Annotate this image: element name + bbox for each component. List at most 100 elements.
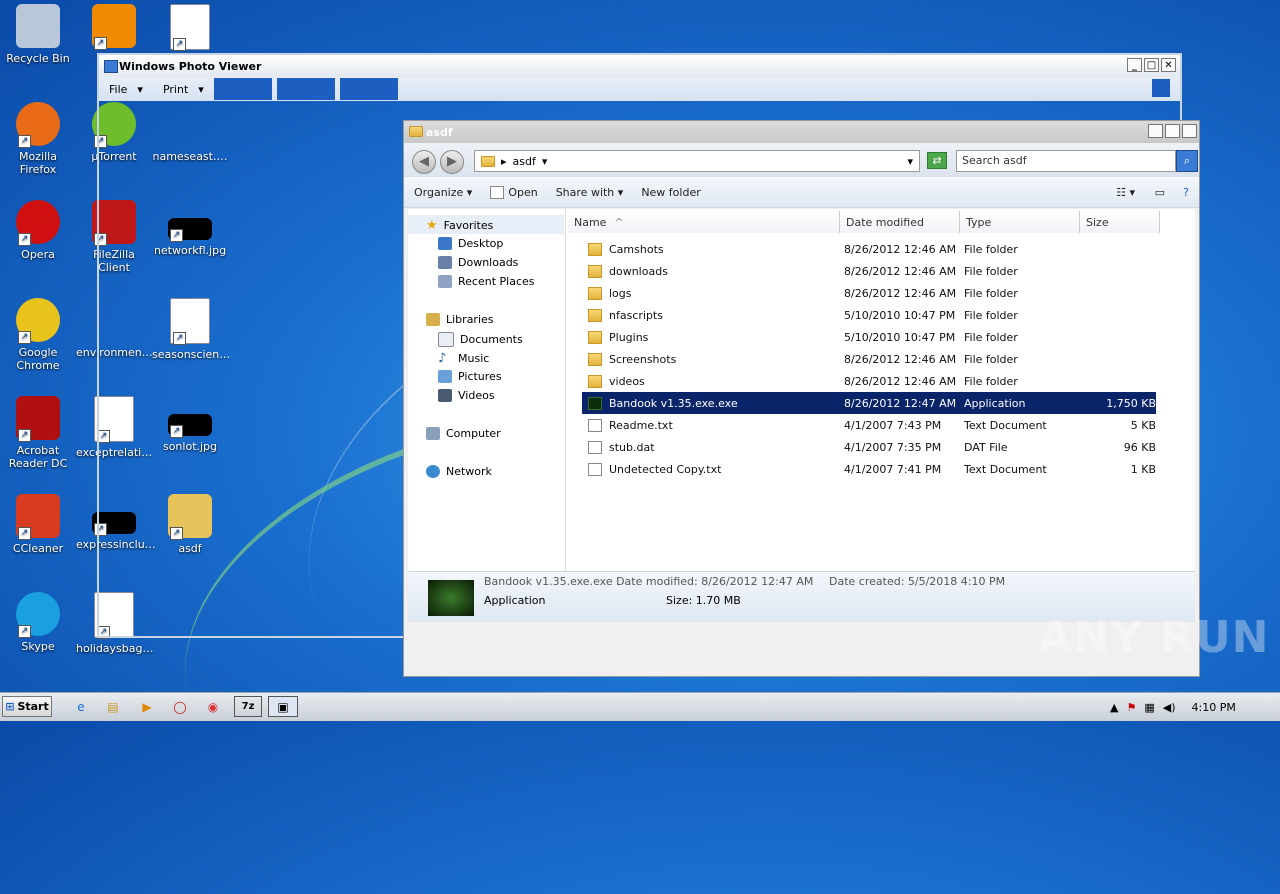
toolbar-button-3[interactable] [339,78,398,100]
desktop-icon-10[interactable]: ↗ Google Chrome [0,298,76,372]
internet-explorer-icon[interactable]: e [68,696,94,717]
close-button[interactable]: ✕ [1161,58,1176,72]
breadcrumb-chevron-icon[interactable]: ▾ [542,155,548,168]
explorer-taskbar-icon[interactable]: ▤ [100,696,126,717]
minimize-button[interactable]: _ [1127,58,1142,72]
file-date-modified: 8/26/2012 12:46 AM [844,286,957,300]
file-row[interactable]: Screenshots 8/26/2012 12:46 AM File folder [582,348,1156,370]
nav-pictures[interactable]: Pictures [438,370,502,383]
close-button[interactable]: ✕ [1182,124,1197,138]
opera-taskbar-icon[interactable]: ◯ [167,696,193,717]
open-icon [490,185,505,199]
file-row[interactable]: logs 8/26/2012 12:46 AM File folder [582,282,1156,304]
desktop-icon-13[interactable]: ↗ Acrobat Reader DC [0,396,76,470]
opera-icon: ↗ [16,200,60,246]
nav-downloads[interactable]: Downloads [438,256,518,269]
nav-videos[interactable]: Videos [438,389,495,402]
explorer-titlebar[interactable]: asdf _ □ ✕ [404,121,1199,143]
help-button[interactable] [1152,79,1170,97]
address-bar[interactable]: ▸ asdf ▾ ▾ [474,150,920,172]
desktop-icon [438,237,452,250]
refresh-button[interactable]: ⇄ [927,152,947,169]
action-center-icon[interactable]: ⚑ [1126,701,1136,714]
nav-desktop[interactable]: Desktop [438,237,503,250]
toolbar-button-2[interactable] [276,78,335,100]
organize-button[interactable]: Organize ▾ [414,186,472,199]
desktop-icon-3[interactable]: ↗ [152,4,228,54]
volume-icon[interactable]: ◀) [1163,701,1176,714]
file-menu[interactable]: File ▾ [99,83,153,96]
show-hidden-icons-icon[interactable]: ▲ [1110,701,1118,714]
desktop-icon-7[interactable]: ↗ Opera [0,200,76,261]
7zip-taskbar-icon[interactable]: 7z [234,696,262,717]
column-header-type[interactable]: Type [960,211,1080,233]
windows-logo-icon: ⊞ [5,700,15,713]
desktop-icon-1[interactable]: Recycle Bin [0,4,76,65]
column-header-size[interactable]: Size [1080,211,1160,233]
column-header-date-modified[interactable]: Date modified [840,211,960,233]
clock[interactable]: 4:10 PM [1192,701,1236,714]
address-history-dropdown[interactable]: ▾ [907,155,913,168]
nav-music[interactable]: ♪ Music [438,351,489,366]
nav-computer[interactable]: Computer [426,427,501,440]
desktop-icon-19[interactable]: ↗ Skype [0,592,76,653]
network-tray-icon[interactable]: ▦ [1144,701,1154,714]
nav-recent-places[interactable]: Recent Places [438,275,535,288]
help-icon[interactable]: ? [1183,186,1189,199]
breadcrumb[interactable]: asdf [513,155,536,168]
file-size: 1 KB [1130,462,1156,476]
share-with-button[interactable]: Share with ▾ [556,186,624,199]
file-name: videos [609,374,645,388]
explorer-window[interactable]: asdf _ □ ✕ ◀ ▶ ▸ asdf ▾ ▾ ⇄ Search asdf … [403,120,1200,677]
acrobat-icon: ↗ [16,396,60,442]
file-row[interactable]: Plugins 5/10/2010 10:47 PM File folder [582,326,1156,348]
skype-icon: ↗ [16,592,60,638]
start-button[interactable]: ⊞ Start [2,696,52,717]
forward-button[interactable]: ▶ [440,150,464,174]
nav-libraries[interactable]: Libraries [426,313,494,326]
file-menu-label: File [109,82,128,96]
file-type: File folder [964,242,1018,256]
file-date-modified: 8/26/2012 12:46 AM [844,242,957,256]
file-row[interactable]: Undetected Copy.txt 4/1/2007 7:41 PM Text … [582,458,1156,480]
file-type: File folder [964,352,1018,366]
file-row[interactable]: downloads 8/26/2012 12:46 AM File folder [582,260,1156,282]
nav-network[interactable]: Network [426,465,492,478]
search-input[interactable]: Search asdf [956,150,1176,172]
desktop-icon-16[interactable]: ↗ CCleaner [0,494,76,555]
photo-viewer-titlebar[interactable]: Windows Photo Viewer _ □ ✕ [99,55,1180,77]
file-row[interactable]: nfascripts 5/10/2010 10:47 PM File folder [582,304,1156,326]
file-type: File folder [964,264,1018,278]
minimize-button[interactable]: _ [1148,124,1163,138]
toolbar-button-1[interactable] [213,78,272,100]
view-options-icon[interactable]: ☷ ▾ [1116,186,1135,199]
application-thumbnail [428,580,474,616]
sort-ascending-icon: ^ [614,215,624,229]
file-row[interactable]: Camshots 8/26/2012 12:46 AM File folder [582,238,1156,260]
maximize-button[interactable]: □ [1165,124,1180,138]
chrome-taskbar-icon[interactable]: ◉ [200,696,226,717]
file-row[interactable]: videos 8/26/2012 12:46 AM File folder [582,370,1156,392]
nav-documents[interactable]: Documents [438,332,523,347]
search-icon[interactable]: ⌕ [1176,150,1198,172]
new-folder-button[interactable]: New folder [641,186,700,199]
file-row[interactable]: Readme.txt 4/1/2007 7:43 PM Text Document 5… [582,414,1156,436]
file-name: Plugins [609,330,649,344]
file-row[interactable]: Bandook v1.35.exe.exe 8/26/2012 12:47 AM A… [582,392,1156,414]
recent-places-icon [438,275,452,288]
back-button[interactable]: ◀ [412,150,436,174]
organize-label: Organize [414,185,464,199]
photo-viewer-icon [104,60,118,73]
photo-viewer-taskbar-icon[interactable]: ▣ [268,696,298,717]
desktop-icon-4[interactable]: ↗ Mozilla Firefox [0,102,76,176]
media-player-icon[interactable]: ▶ [134,696,160,717]
maximize-button[interactable]: □ [1144,58,1159,72]
file-row[interactable]: stub.dat 4/1/2007 7:35 PM DAT File 96 KB [582,436,1156,458]
print-menu[interactable]: Print ▾ [153,83,214,96]
column-header-name[interactable]: Name ^ [568,211,840,233]
preview-pane-icon[interactable]: ▭ [1155,186,1165,199]
file-list: Name ^ Date modified Type Size Camshots 8/… [568,209,1195,622]
open-button[interactable]: Open [490,185,538,199]
file-name: nfascripts [609,308,663,322]
nav-favorites[interactable]: ★ Favorites [426,218,493,233]
